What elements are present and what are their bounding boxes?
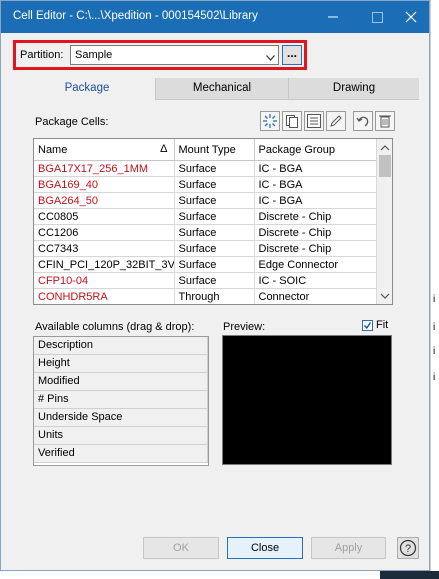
package-cells-table[interactable]: Name Δ Mount Type Package Group BGA17X17_…	[33, 138, 393, 305]
cell-package-group: Discrete - Chip	[254, 208, 377, 225]
table-row[interactable]: BGA17X17_256_1MM Surface IC - BGA	[34, 160, 377, 177]
window-title: Cell Editor - C:\...\Xpedition - 0001545…	[13, 10, 258, 22]
cell-name: CC0805	[34, 208, 175, 225]
delete-icon[interactable]	[375, 111, 395, 131]
maximize-icon[interactable]	[367, 7, 387, 27]
cell-mount-type: Surface	[174, 208, 255, 225]
fit-label: Fit	[376, 319, 389, 331]
column-header-mount-type[interactable]: Mount Type	[174, 139, 255, 161]
cell-package-group: IC - BGA	[254, 192, 377, 209]
scroll-down-icon[interactable]	[377, 289, 393, 303]
preview-canvas	[222, 335, 392, 465]
chevron-down-icon	[266, 52, 275, 64]
available-column-item[interactable]: Description	[34, 337, 208, 355]
available-column-item[interactable]: Height	[34, 355, 208, 373]
browse-partition-button[interactable]: ...	[282, 45, 302, 65]
cell-package-group: Discrete - Chip	[254, 240, 377, 257]
properties-icon[interactable]	[304, 111, 324, 131]
copy-cell-icon[interactable]	[282, 111, 302, 131]
cell-mount-type: Surface	[174, 192, 255, 209]
help-icon: ?	[399, 539, 417, 557]
cell-mount-type: Surface	[174, 272, 255, 289]
cell-name: BGA264_50	[34, 192, 175, 209]
cell-name: BGA169_40	[34, 176, 175, 193]
table-row[interactable]: CC1206 Surface Discrete - Chip	[34, 224, 377, 241]
cell-package-group: Connector	[254, 288, 377, 304]
cell-name: CFP10-04	[34, 272, 175, 289]
table-vertical-scrollbar[interactable]	[376, 139, 393, 304]
table-row[interactable]: CONHDR5RA Through Connector	[34, 288, 377, 304]
cell-name: CC1206	[34, 224, 175, 241]
tab-package[interactable]: Package	[19, 78, 155, 100]
ok-button[interactable]: OK	[143, 537, 219, 559]
preview-label: Preview:	[223, 321, 266, 333]
cell-mount-type: Surface	[174, 240, 255, 257]
column-header-name[interactable]: Name Δ	[34, 139, 175, 161]
cell-editor-dialog: Cell Editor - C:\...\Xpedition - 0001545…	[0, 0, 430, 571]
cell-name: CC7343	[34, 240, 175, 257]
minimize-icon[interactable]	[323, 7, 343, 27]
table-row[interactable]: BGA264_50 Surface IC - BGA	[34, 192, 377, 209]
table-row[interactable]: CC7343 Surface Discrete - Chip	[34, 240, 377, 257]
available-columns-label: Available columns (drag & drop):	[35, 321, 195, 333]
edit-icon[interactable]	[326, 111, 346, 131]
close-button[interactable]: Close	[227, 537, 303, 559]
cell-mount-type: Surface	[174, 256, 255, 273]
partition-label: Partition:	[20, 49, 64, 61]
checkbox-checked-icon[interactable]	[362, 320, 373, 331]
close-icon[interactable]	[401, 7, 421, 27]
table-header-row: Name Δ Mount Type Package Group	[34, 139, 377, 161]
available-column-item[interactable]: # Pins	[34, 391, 208, 409]
cell-name: CONHDR5RA	[34, 288, 175, 304]
table-row[interactable]: CC0805 Surface Discrete - Chip	[34, 208, 377, 225]
available-column-item[interactable]: Units	[34, 427, 208, 445]
table-row[interactable]: BGA169_40 Surface IC - BGA	[34, 176, 377, 193]
taskbar-fragment	[380, 571, 439, 579]
cell-package-group: Discrete - Chip	[254, 224, 377, 241]
cell-mount-type: Surface	[174, 224, 255, 241]
cell-name: CFIN_PCI_120P_32BIT_3V3	[34, 256, 175, 273]
svg-text:?: ?	[405, 543, 411, 555]
scroll-thumb[interactable]	[379, 155, 391, 177]
title-bar[interactable]: Cell Editor - C:\...\Xpedition - 0001545…	[1, 1, 429, 33]
available-column-item[interactable]: Verified	[34, 445, 208, 463]
column-header-package-group[interactable]: Package Group	[254, 139, 377, 161]
partition-dropdown[interactable]: Sample	[70, 45, 279, 65]
available-column-item[interactable]: Modified	[34, 373, 208, 391]
table-row[interactable]: CFIN_PCI_120P_32BIT_3V3 Surface Edge Conne…	[34, 256, 377, 273]
background-window-edge: i i i i	[430, 0, 439, 579]
available-columns-list[interactable]: Description Height Modified # Pins Under…	[33, 336, 209, 466]
sort-ascending-icon: Δ	[160, 143, 168, 155]
apply-button[interactable]: Apply	[311, 537, 386, 559]
package-cells-label: Package Cells:	[35, 116, 109, 128]
cell-mount-type: Through	[174, 288, 255, 304]
available-column-item[interactable]: Underside Space	[34, 409, 208, 427]
partition-value: Sample	[75, 49, 113, 61]
new-cell-icon[interactable]	[260, 111, 280, 131]
cell-mount-type: Surface	[174, 176, 255, 193]
cell-package-group: Edge Connector	[254, 256, 377, 273]
cell-name: BGA17X17_256_1MM	[34, 160, 175, 177]
help-button[interactable]: ?	[397, 537, 419, 559]
tab-divider	[155, 99, 419, 100]
cell-package-group: IC - BGA	[254, 160, 377, 177]
table-row[interactable]: CFP10-04 Surface IC - SOIC	[34, 272, 377, 289]
undo-icon[interactable]	[353, 111, 373, 131]
cell-mount-type: Surface	[174, 160, 255, 177]
cell-package-group: IC - BGA	[254, 176, 377, 193]
tab-mechanical[interactable]: Mechanical	[155, 78, 288, 100]
tab-drawing[interactable]: Drawing	[288, 78, 419, 100]
cell-package-group: IC - SOIC	[254, 272, 377, 289]
scroll-up-icon[interactable]	[377, 141, 393, 155]
